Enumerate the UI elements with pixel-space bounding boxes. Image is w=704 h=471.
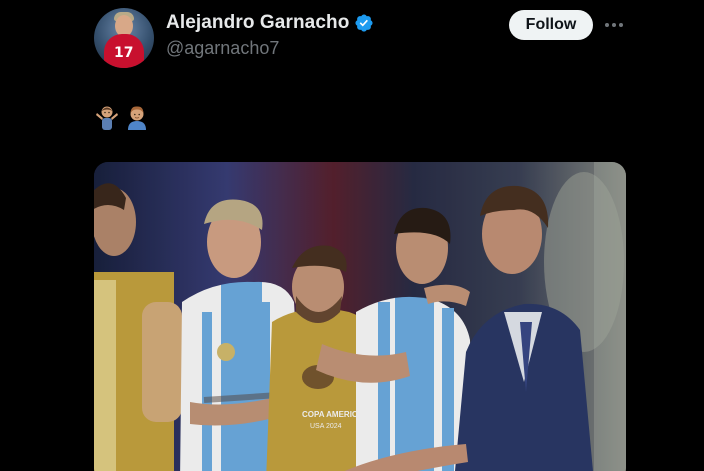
man-shrugging-emoji-icon (94, 104, 120, 130)
author-names: Alejandro Garnacho @agarnacho7 (166, 8, 374, 59)
author-avatar[interactable]: 17 (94, 8, 154, 68)
verified-badge-icon[interactable] (354, 13, 374, 33)
author-display-name[interactable]: Alejandro Garnacho (166, 12, 349, 34)
man-face-emoji-icon (124, 104, 150, 130)
tweet-photo-image: COPA AMERICA USA 2024 (94, 162, 626, 471)
tweet-text (94, 104, 150, 130)
follow-button[interactable]: Follow (509, 10, 593, 40)
avatar-jersey-number: 17 (114, 45, 134, 61)
tweet-card: 17 Alejandro Garnacho @agarnacho7 Follow (0, 0, 704, 471)
author-name-row: Alejandro Garnacho (166, 12, 374, 34)
more-options-icon[interactable] (602, 14, 626, 36)
author-handle[interactable]: @agarnacho7 (166, 38, 374, 59)
tweet-photo[interactable]: COPA AMERICA USA 2024 (94, 162, 626, 471)
